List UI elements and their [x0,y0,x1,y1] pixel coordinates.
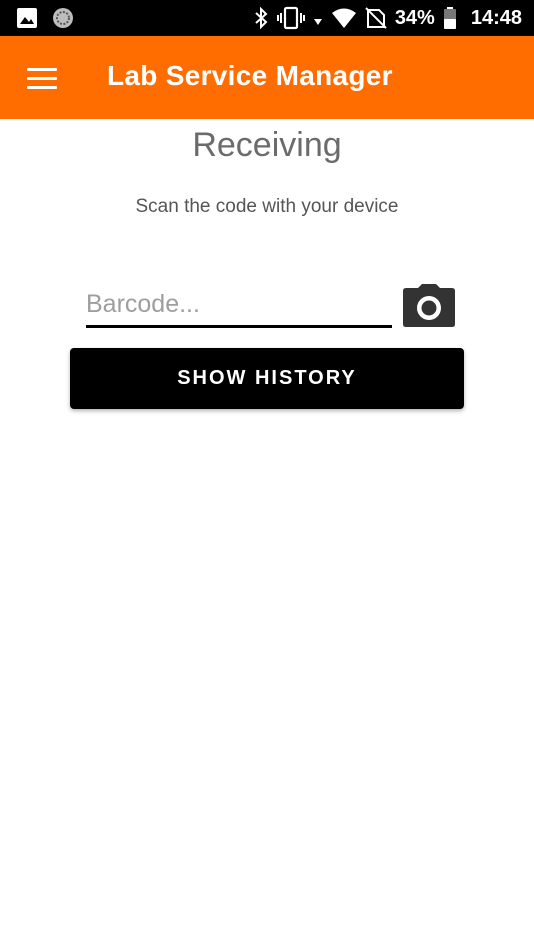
sync-icon [52,7,74,29]
image-icon [16,7,38,29]
page-subtitle: Scan the code with your device [135,196,399,217]
screen: 34% 14:48 Lab Service Manager Receiving … [0,0,534,950]
hamburger-menu-icon[interactable] [20,58,64,98]
battery-percent: 34% [394,6,435,29]
camera-icon[interactable] [402,284,456,328]
page-title: Receiving [192,126,342,164]
barcode-input[interactable] [86,284,392,324]
app-bar: Lab Service Manager [0,36,534,119]
status-bar: 34% 14:48 [0,0,534,36]
app-title: Lab Service Manager [107,60,393,91]
bluetooth-icon [253,6,269,30]
vibrate-icon [276,6,305,30]
show-history-button[interactable]: SHOW HISTORY [70,348,464,409]
barcode-field [86,284,392,328]
battery-icon [443,6,457,30]
data-arrow-icon [313,6,323,30]
wifi-icon [331,7,357,29]
status-bar-right: 34% 14:48 [253,0,522,36]
clock: 14:48 [470,6,522,29]
no-sim-icon [365,7,387,29]
status-bar-left [16,7,74,29]
